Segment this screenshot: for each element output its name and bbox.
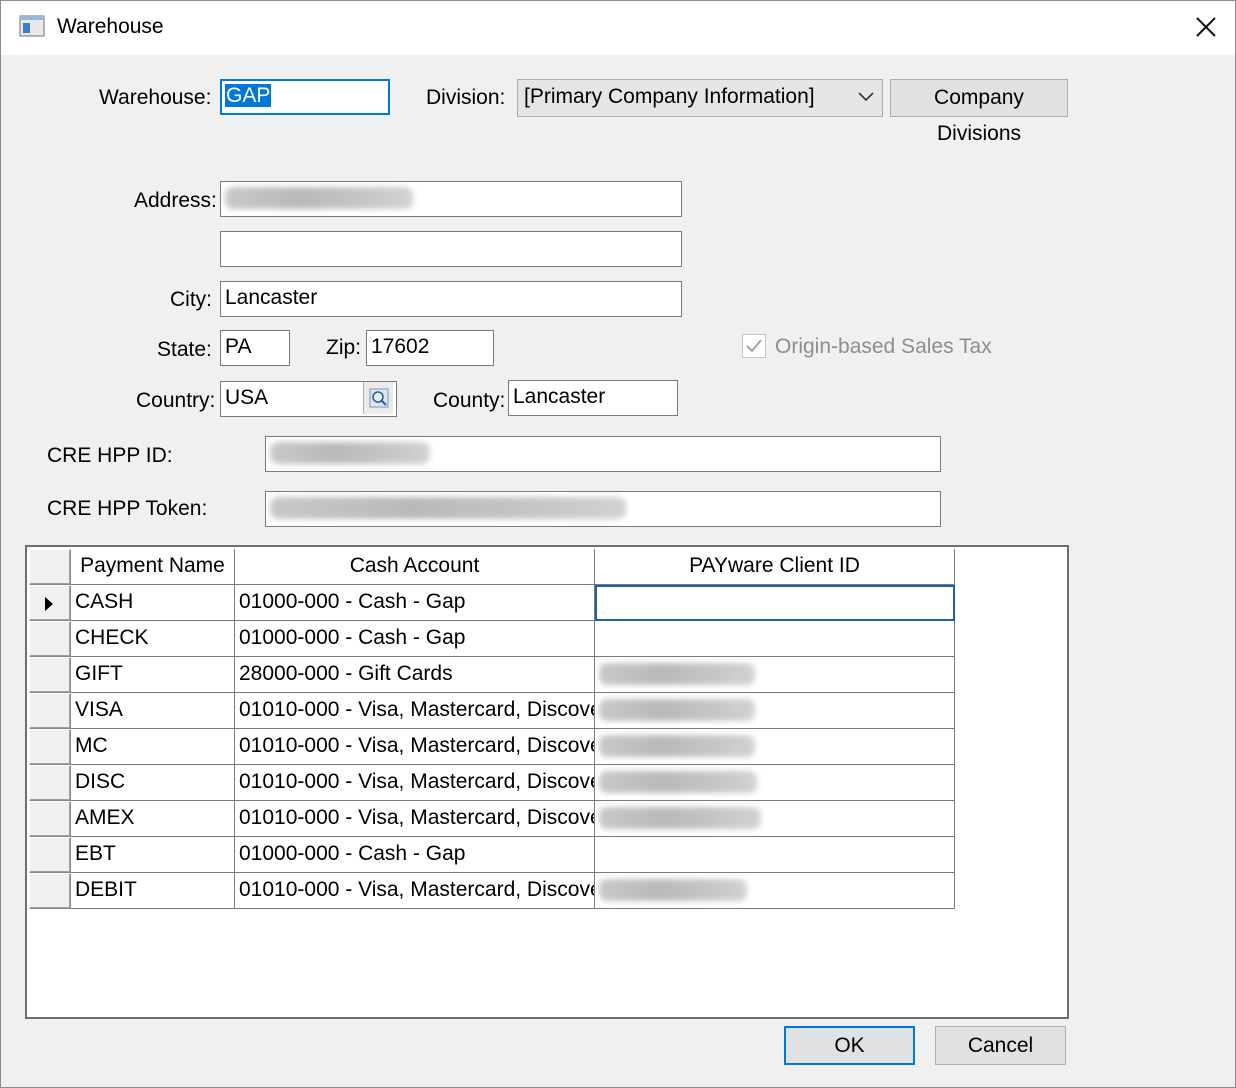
company-divisions-button[interactable]: Company Divisions	[890, 79, 1068, 145]
row-header[interactable]	[29, 693, 71, 729]
city-label: City:	[170, 288, 212, 311]
cre-hpp-token-label: CRE HPP Token:	[47, 497, 208, 520]
redacted-client-id	[599, 807, 761, 830]
zip-label: Zip:	[326, 336, 362, 359]
address-line2-input[interactable]	[220, 231, 682, 267]
payment-name-cell[interactable]: VISA	[71, 693, 235, 729]
zip-input[interactable]: 17602	[366, 330, 494, 366]
payware-client-id-cell[interactable]	[595, 873, 955, 909]
row-pointer-icon	[45, 597, 53, 611]
row-header[interactable]	[29, 585, 71, 621]
checkmark-icon	[746, 339, 762, 353]
redacted-client-id	[599, 735, 755, 758]
cash-account-cell[interactable]: 01010-000 - Visa, Mastercard, Discover P	[235, 765, 595, 801]
cash-account-cell[interactable]: 01010-000 - Visa, Mastercard, Discover P	[235, 801, 595, 837]
cre-hpp-id-input[interactable]	[265, 436, 941, 472]
cancel-button[interactable]: Cancel	[935, 1026, 1066, 1065]
form-icon	[19, 15, 45, 37]
title-bar: Warehouse	[1, 1, 1235, 55]
payware-client-id-cell[interactable]	[595, 621, 955, 657]
country-value: USA	[225, 386, 269, 409]
cash-account-cell[interactable]: 01010-000 - Visa, Mastercard, Discover P	[235, 693, 595, 729]
cash-account-cell[interactable]: 28000-000 - Gift Cards	[235, 657, 595, 693]
search-icon	[369, 388, 389, 408]
division-label: Division:	[426, 86, 506, 109]
row-header[interactable]	[29, 621, 71, 657]
origin-tax-label: Origin-based Sales Tax	[775, 335, 992, 358]
county-input[interactable]: Lancaster	[508, 380, 678, 416]
ok-button[interactable]: OK	[784, 1026, 915, 1065]
window-title: Warehouse	[57, 15, 164, 38]
payware-client-id-cell[interactable]	[595, 837, 955, 873]
cash-account-cell[interactable]: 01000-000 - Cash - Gap	[235, 585, 595, 621]
payment-name-cell[interactable]: CHECK	[71, 621, 235, 657]
close-icon	[1196, 17, 1216, 37]
cre-hpp-token-input[interactable]	[265, 491, 941, 527]
row-header[interactable]	[29, 801, 71, 837]
payware-client-id-cell[interactable]	[595, 765, 955, 801]
row-header[interactable]	[29, 729, 71, 765]
state-input[interactable]: PA	[220, 330, 290, 366]
county-label: County:	[433, 389, 506, 412]
payware-client-id-cell[interactable]	[595, 585, 955, 621]
redacted-client-id	[599, 879, 747, 902]
payment-name-cell[interactable]: DISC	[71, 765, 235, 801]
payment-name-cell[interactable]: GIFT	[71, 657, 235, 693]
column-header-payware-client-id[interactable]: PAYware Client ID	[595, 549, 955, 585]
payware-client-id-cell[interactable]	[595, 693, 955, 729]
payware-client-id-cell[interactable]	[595, 729, 955, 765]
address-label: Address:	[134, 189, 217, 212]
city-value: Lancaster	[225, 286, 318, 309]
redacted-hpp-token	[270, 497, 626, 520]
state-label: State:	[157, 338, 212, 361]
close-button[interactable]	[1177, 1, 1235, 55]
chevron-down-icon	[858, 92, 874, 102]
grid-corner[interactable]	[29, 549, 71, 585]
row-header[interactable]	[29, 765, 71, 801]
row-header[interactable]	[29, 873, 71, 909]
payment-name-cell[interactable]: EBT	[71, 837, 235, 873]
county-value: Lancaster	[513, 385, 606, 408]
row-header[interactable]	[29, 657, 71, 693]
redacted-hpp-id	[270, 442, 430, 465]
cash-account-cell[interactable]: 01000-000 - Cash - Gap	[235, 621, 595, 657]
division-value: [Primary Company Information]	[524, 85, 815, 108]
redacted-address	[225, 187, 413, 210]
row-header[interactable]	[29, 837, 71, 873]
payment-name-cell[interactable]: DEBIT	[71, 873, 235, 909]
payware-client-id-cell[interactable]	[595, 657, 955, 693]
state-value: PA	[225, 335, 252, 358]
payment-name-cell[interactable]: MC	[71, 729, 235, 765]
warehouse-label: Warehouse:	[99, 86, 212, 109]
column-header-payment-name[interactable]: Payment Name	[71, 549, 235, 585]
warehouse-input[interactable]: GAP	[220, 79, 390, 115]
city-input[interactable]: Lancaster	[220, 281, 682, 317]
cash-account-cell[interactable]: 01010-000 - Visa, Mastercard, Discover P	[235, 729, 595, 765]
country-lookup-button[interactable]	[363, 382, 393, 414]
payware-client-id-cell[interactable]	[595, 801, 955, 837]
division-select[interactable]: [Primary Company Information]	[517, 79, 883, 117]
cash-account-cell[interactable]: 01000-000 - Cash - Gap	[235, 837, 595, 873]
payment-name-cell[interactable]: AMEX	[71, 801, 235, 837]
redacted-client-id	[599, 663, 755, 686]
warehouse-value: GAP	[225, 84, 272, 107]
redacted-client-id	[599, 771, 757, 794]
cash-account-cell[interactable]: 01010-000 - Visa, Mastercard, Discover P	[235, 873, 595, 909]
address-line1-input[interactable]	[220, 181, 682, 217]
payment-name-cell[interactable]: CASH	[71, 585, 235, 621]
cre-hpp-id-label: CRE HPP ID:	[47, 444, 173, 467]
column-header-cash-account[interactable]: Cash Account	[235, 549, 595, 585]
warehouse-dialog: Warehouse Warehouse: GAP Division: [Prim…	[0, 0, 1236, 1088]
payment-grid[interactable]: Payment Name Cash Account PAYware Client…	[25, 545, 1069, 1019]
origin-tax-checkbox[interactable]	[742, 334, 766, 358]
country-label: Country:	[136, 389, 216, 412]
zip-value: 17602	[371, 335, 430, 358]
redacted-client-id	[599, 699, 755, 722]
